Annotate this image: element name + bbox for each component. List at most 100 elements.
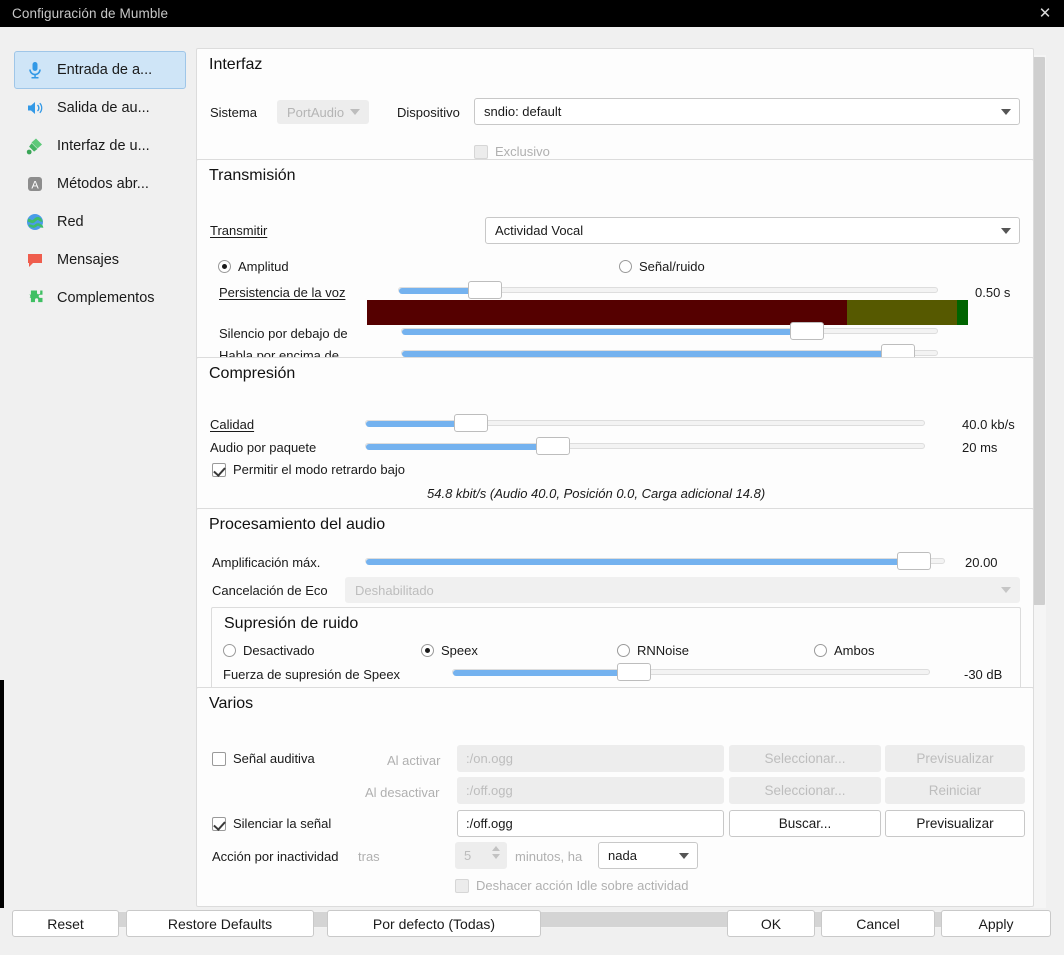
calidad-slider[interactable]: [365, 414, 925, 432]
rnnoise-radio[interactable]: [617, 644, 630, 657]
supresion-option-desactivado[interactable]: Desactivado: [223, 643, 315, 658]
silenciar-checkbox[interactable]: [212, 816, 226, 831]
seleccionar-activar-button[interactable]: Seleccionar...: [729, 745, 881, 772]
sidebar-item-messages[interactable]: Mensajes: [14, 241, 186, 279]
previsualizar-button[interactable]: Previsualizar: [885, 810, 1025, 837]
slider-handle[interactable]: [454, 414, 488, 432]
ok-label: OK: [760, 915, 782, 932]
slider-handle[interactable]: [468, 281, 502, 299]
slider-handle[interactable]: [897, 552, 931, 570]
transmision-group: Transmisión Transmitir Actividad Vocal A…: [196, 159, 1034, 366]
transmitir-label: Transmitir: [210, 223, 268, 238]
ok-button[interactable]: OK: [727, 910, 815, 937]
silenciar-field[interactable]: :/off.ogg: [457, 810, 724, 837]
senal-ruido-radio[interactable]: [619, 260, 632, 273]
minutos-spinbox[interactable]: 5: [455, 842, 507, 869]
previsualizar-activar-button[interactable]: Previsualizar: [885, 745, 1025, 772]
sistema-combobox[interactable]: PortAudio: [277, 100, 369, 124]
slider-handle[interactable]: [790, 322, 824, 340]
al-desactivar-field[interactable]: :/off.ogg: [457, 777, 724, 804]
supresion-ruido-group: Supresión de ruido Desactivado Speex RNN…: [211, 607, 1021, 689]
speex-radio[interactable]: [421, 644, 434, 657]
por-defecto-label: Por defecto (Todas): [372, 915, 496, 932]
transmision-title: Transmisión: [209, 167, 296, 184]
chevron-up-icon[interactable]: [492, 846, 500, 851]
sidebar-item-shortcuts[interactable]: A Métodos abr...: [14, 165, 186, 203]
retardo-checkbox[interactable]: [212, 462, 226, 477]
paintbrush-icon: [24, 135, 46, 157]
senal-auditiva-checkbox[interactable]: [212, 751, 226, 766]
sidebar-item-audio-output[interactable]: Salida de au...: [14, 89, 186, 127]
cancel-button[interactable]: Cancel: [821, 910, 935, 937]
audio-paquete-slider[interactable]: [365, 437, 925, 455]
persistencia-label: Persistencia de la voz: [219, 285, 346, 300]
amplitud-radio-row[interactable]: Amplitud: [218, 259, 289, 274]
buscar-button[interactable]: Buscar...: [729, 810, 881, 837]
transmitir-combobox[interactable]: Actividad Vocal: [485, 217, 1020, 244]
accion-inactividad-combobox[interactable]: nada: [598, 842, 698, 869]
silenciar-checkbox-row[interactable]: Silenciar la señal: [212, 816, 331, 831]
cancelacion-eco-label: Cancelación de Eco: [212, 583, 328, 598]
deshacer-checkbox[interactable]: [455, 878, 469, 893]
sidebar-item-plugins[interactable]: Complementos: [14, 279, 186, 317]
exclusivo-checkbox-row[interactable]: Exclusivo: [474, 144, 550, 159]
supresion-option-ambos[interactable]: Ambos: [814, 643, 874, 658]
restore-defaults-label: Restore Defaults: [167, 915, 273, 932]
chevron-down-icon: [1001, 108, 1011, 115]
sidebar-item-label: Complementos: [57, 290, 155, 306]
slider-handle[interactable]: [536, 437, 570, 455]
minutos-label: minutos, ha: [515, 849, 583, 864]
reiniciar-button[interactable]: Reiniciar: [885, 777, 1025, 804]
ambos-radio[interactable]: [814, 644, 827, 657]
deshacer-checkbox-row[interactable]: Deshacer acción Idle sobre actividad: [455, 878, 688, 893]
exclusivo-checkbox[interactable]: [474, 144, 488, 159]
keyboard-shortcut-icon: A: [24, 173, 46, 195]
audio-paquete-value: 20 ms: [962, 440, 998, 455]
slider-handle[interactable]: [617, 663, 651, 681]
supresion-option-speex[interactable]: Speex: [421, 643, 478, 658]
persistencia-slider[interactable]: [398, 281, 938, 299]
apply-label: Apply: [978, 915, 1014, 932]
close-icon[interactable]: ✕: [1034, 3, 1056, 25]
calidad-value: 40.0 kb/s: [962, 417, 1015, 432]
rnnoise-label: RNNoise: [637, 643, 690, 658]
exclusivo-label: Exclusivo: [495, 144, 550, 159]
dispositivo-combobox[interactable]: sndio: default: [474, 98, 1020, 125]
silenciar-value: :/off.ogg: [466, 816, 513, 831]
deshacer-label: Deshacer acción Idle sobre actividad: [476, 878, 689, 893]
calidad-label: Calidad: [210, 417, 255, 432]
dispositivo-label: Dispositivo: [397, 105, 460, 120]
cancelacion-eco-combobox[interactable]: Deshabilitado: [345, 577, 1020, 603]
varios-group: Varios Señal auditiva Al activar :/on.og…: [196, 687, 1034, 907]
senal-ruido-radio-row[interactable]: Señal/ruido: [619, 259, 705, 274]
supresion-option-rnnoise[interactable]: RNNoise: [617, 643, 689, 658]
sidebar-item-user-interface[interactable]: Interfaz de u...: [14, 127, 186, 165]
vu-meter-green-segment: [957, 300, 968, 325]
por-defecto-todas-button[interactable]: Por defecto (Todas): [327, 910, 541, 937]
amplificacion-slider[interactable]: [365, 552, 945, 570]
silencio-slider[interactable]: [401, 322, 938, 340]
reset-button[interactable]: Reset: [12, 910, 119, 937]
al-activar-field[interactable]: :/on.ogg: [457, 745, 724, 772]
chevron-down-icon: [679, 852, 689, 859]
chevron-down-icon[interactable]: [492, 854, 500, 859]
restore-defaults-button[interactable]: Restore Defaults: [126, 910, 314, 937]
retardo-checkbox-row[interactable]: Permitir el modo retrardo bajo: [212, 462, 405, 477]
spinbox-arrows[interactable]: [492, 846, 500, 859]
apply-button[interactable]: Apply: [941, 910, 1051, 937]
sistema-value: PortAudio: [287, 104, 345, 120]
slider-fill: [366, 444, 551, 450]
globe-icon: [24, 211, 46, 233]
al-desactivar-value: :/off.ogg: [466, 783, 513, 798]
amplitud-radio[interactable]: [218, 260, 231, 273]
senal-auditiva-checkbox-row[interactable]: Señal auditiva: [212, 751, 315, 766]
desactivado-radio[interactable]: [223, 644, 236, 657]
sidebar-item-label: Red: [57, 214, 84, 230]
al-desactivar-label: Al desactivar: [365, 785, 440, 800]
fuerza-supresion-slider[interactable]: [452, 663, 930, 681]
window-title: Configuración de Mumble: [12, 6, 169, 21]
settings-category-sidebar: Entrada de a... Salida de au... Interfaz…: [14, 51, 186, 317]
sidebar-item-network[interactable]: Red: [14, 203, 186, 241]
sidebar-item-audio-input[interactable]: Entrada de a...: [14, 51, 186, 89]
seleccionar-desactivar-button[interactable]: Seleccionar...: [729, 777, 881, 804]
